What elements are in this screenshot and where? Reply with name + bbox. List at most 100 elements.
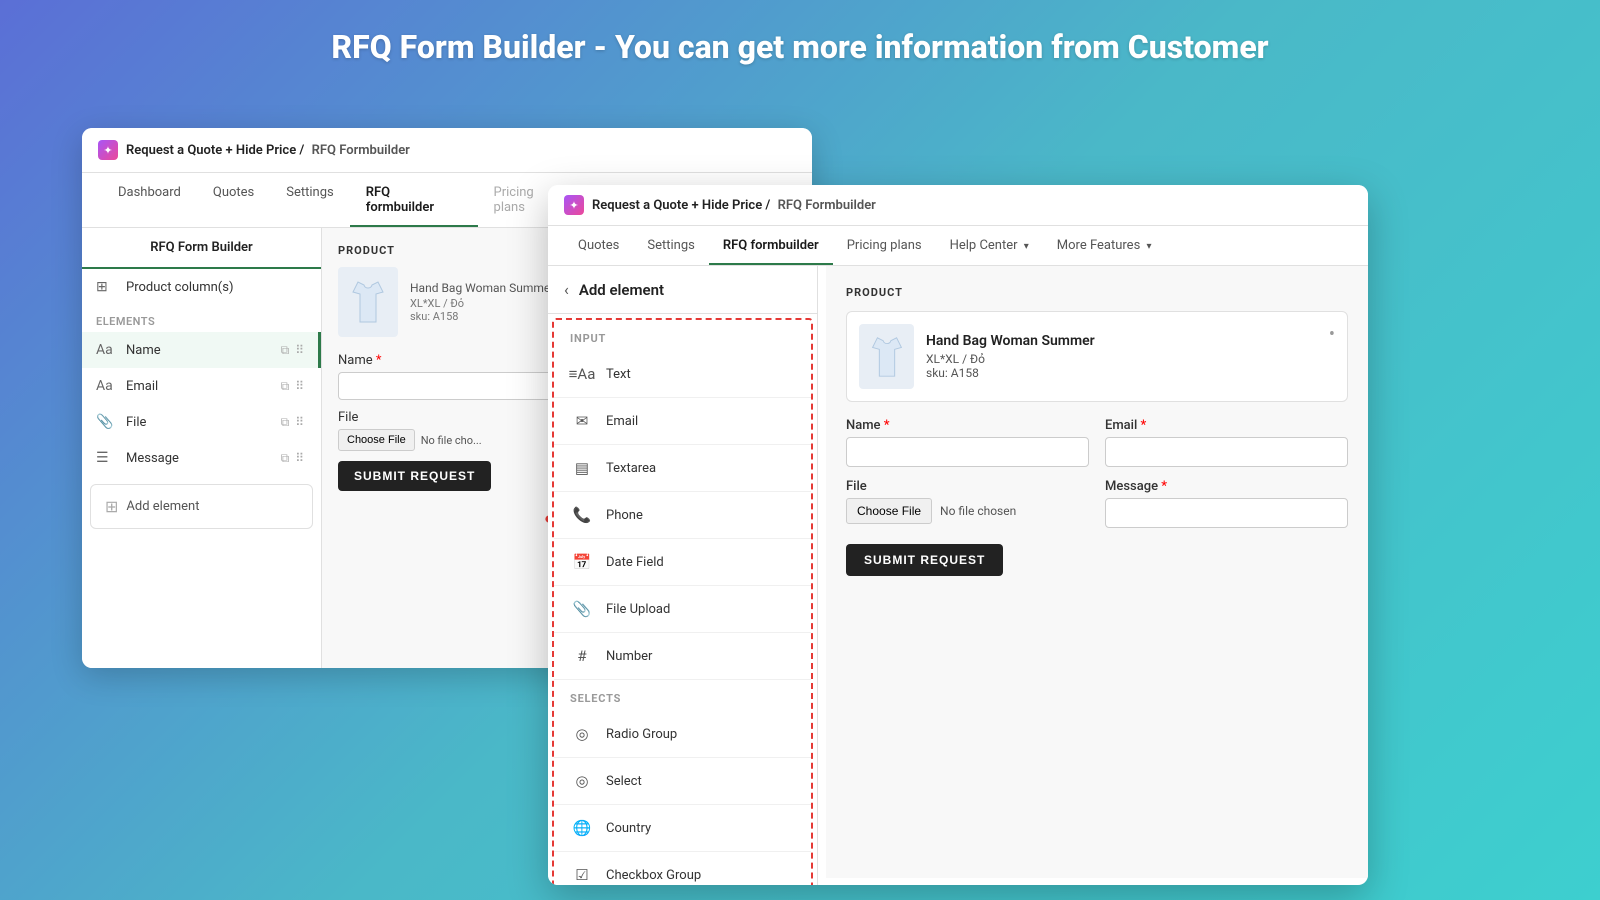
sidebar-item-email[interactable]: Aa Email ⧉ ⠿ [82,368,321,404]
no-file-text-right: No file chosen [940,504,1016,518]
right-nav-pricing[interactable]: Pricing plans [833,226,936,265]
message-label: Message [126,451,271,466]
left-sidebar: RFQ Form Builder ⊞ Product column(s) ELE… [82,228,322,668]
add-element-button[interactable]: ⊞ Add element [90,484,313,529]
message-icon: ☰ [96,450,116,466]
left-titlebar: ✦ Request a Quote + Hide Price / RFQ For… [82,128,812,173]
drag-icon-3[interactable]: ⠿ [295,415,304,430]
nav-rfq-formbuilder[interactable]: RFQ formbuilder [350,173,478,227]
textarea-label: Textarea [606,461,656,476]
panel-item-phone[interactable]: 📞 Phone [554,492,811,539]
panel-item-number[interactable]: # Number [554,633,811,680]
drag-icon[interactable]: ⠿ [295,343,304,358]
nav-settings[interactable]: Settings [270,173,349,227]
right-product-info: Hand Bag Woman Summer XL*XL / Đỏ sku: A1… [926,333,1095,380]
message-input-right[interactable] [1105,498,1348,528]
more-button[interactable]: • [1329,324,1335,345]
text-label: Text [606,367,631,382]
nav-dashboard[interactable]: Dashboard [102,173,197,227]
add-element-label: Add element [126,499,199,514]
copy-icon-4[interactable]: ⧉ [281,451,290,466]
name-actions: ⧉ ⠿ [281,343,304,358]
radio-icon: ◎ [570,722,594,746]
right-product-name: Hand Bag Woman Summer [926,333,1095,349]
message-actions: ⧉ ⠿ [281,451,304,466]
sidebar-product-columns[interactable]: ⊞ Product column(s) [82,269,321,305]
back-button[interactable]: ‹ [564,280,569,299]
panel-item-text[interactable]: ≡Aa Text [554,351,811,398]
panel-item-textarea[interactable]: ▤ Textarea [554,445,811,492]
drag-icon-4[interactable]: ⠿ [295,451,304,466]
more-dropdown-icon: ▾ [1147,241,1152,252]
nav-quotes[interactable]: Quotes [197,173,270,227]
text-icon: Aa [96,342,116,358]
choose-file-button-right[interactable]: Choose File [846,498,932,524]
panel-item-email[interactable]: ✉ Email [554,398,811,445]
email-field-label: Email * [1105,418,1348,433]
submit-button-right[interactable]: SUBMIT REQUEST [846,544,1003,576]
sidebar-item-name[interactable]: Aa Name ⧉ ⠿ [82,332,321,368]
name-input-right[interactable] [846,437,1089,467]
panel-item-checkbox[interactable]: ☑ Checkbox Group [554,852,811,885]
panel-title: Add element [579,281,664,299]
textarea-icon: ▤ [570,456,594,480]
right-nav-quotes[interactable]: Quotes [564,226,633,265]
add-element-icon: ⊞ [105,497,118,516]
message-col: Message * [1105,479,1348,528]
file-upload-label: File Upload [606,602,670,617]
email-input-right[interactable] [1105,437,1348,467]
file-actions: ⧉ ⠿ [281,415,304,430]
checkbox-label: Checkbox Group [606,868,701,883]
panel-items-dashed: INPUT ≡Aa Text ✉ Email ▤ Textarea 📞 [552,318,813,885]
text-icon: ≡Aa [570,362,594,386]
panel-item-date[interactable]: 📅 Date Field [554,539,811,586]
product-variant-left: Hand Bag Woman Summer [410,281,554,295]
right-window: ✦ Request a Quote + Hide Price / RFQ For… [548,185,1368,885]
date-icon: 📅 [570,550,594,574]
panel-wrapper: ‹ Add element INPUT ≡Aa Text ✉ Email [548,266,826,878]
panel-item-file[interactable]: 📎 File Upload [554,586,811,633]
name-field-label: Name * [846,418,1089,433]
email-icon: Aa [96,378,116,394]
email-panel-icon: ✉ [570,409,594,433]
right-product-variant: XL*XL / Đỏ [926,352,1095,366]
email-actions: ⧉ ⠿ [281,379,304,394]
number-icon: # [570,644,594,668]
right-nav-rfq[interactable]: RFQ formbuilder [709,226,833,265]
sidebar-item-message[interactable]: ☰ Message ⧉ ⠿ [82,440,321,476]
phone-label: Phone [606,508,643,523]
file-upload-icon: 📎 [570,597,594,621]
product-info: Hand Bag Woman Summer XL*XL / Đỏ sku: A1… [410,281,554,323]
app-icon: ✦ [98,140,118,160]
right-nav-settings[interactable]: Settings [633,226,708,265]
right-nav-help[interactable]: Help Center ▾ [936,226,1043,265]
copy-icon-3[interactable]: ⧉ [281,415,290,430]
choose-file-button-left[interactable]: Choose File [338,429,415,451]
input-section-label: INPUT [554,320,811,351]
add-element-panel: ‹ Add element INPUT ≡Aa Text ✉ Email [548,266,818,885]
date-label: Date Field [606,555,664,570]
right-product-row: Hand Bag Woman Summer XL*XL / Đỏ sku: A1… [846,311,1348,402]
copy-icon[interactable]: ⧉ [281,343,290,358]
checkbox-icon: ☑ [570,863,594,885]
right-nav-more[interactable]: More Features ▾ [1043,226,1166,265]
country-label: Country [606,821,651,836]
grid-icon: ⊞ [96,279,116,295]
right-breadcrumb: Request a Quote + Hide Price / RFQ Formb… [592,198,876,213]
left-breadcrumb: Request a Quote + Hide Price / RFQ Formb… [126,143,410,158]
help-dropdown-icon: ▾ [1024,241,1029,252]
right-product-label: PRODUCT [846,286,1348,299]
file-field-label: File [846,479,1089,494]
sidebar-title: RFQ Form Builder [82,228,321,269]
panel-item-radio[interactable]: ◎ Radio Group [554,711,811,758]
submit-button-left[interactable]: SUBMIT REQUEST [338,461,491,491]
copy-icon-2[interactable]: ⧉ [281,379,290,394]
product-sku-left: XL*XL / Đỏ [410,297,554,310]
message-field-label: Message * [1105,479,1348,494]
file-label: File [126,415,271,430]
panel-item-country[interactable]: 🌐 Country [554,805,811,852]
product-image [338,267,398,337]
panel-item-select[interactable]: ◎ Select [554,758,811,805]
sidebar-item-file[interactable]: 📎 File ⧉ ⠿ [82,404,321,440]
drag-icon-2[interactable]: ⠿ [295,379,304,394]
